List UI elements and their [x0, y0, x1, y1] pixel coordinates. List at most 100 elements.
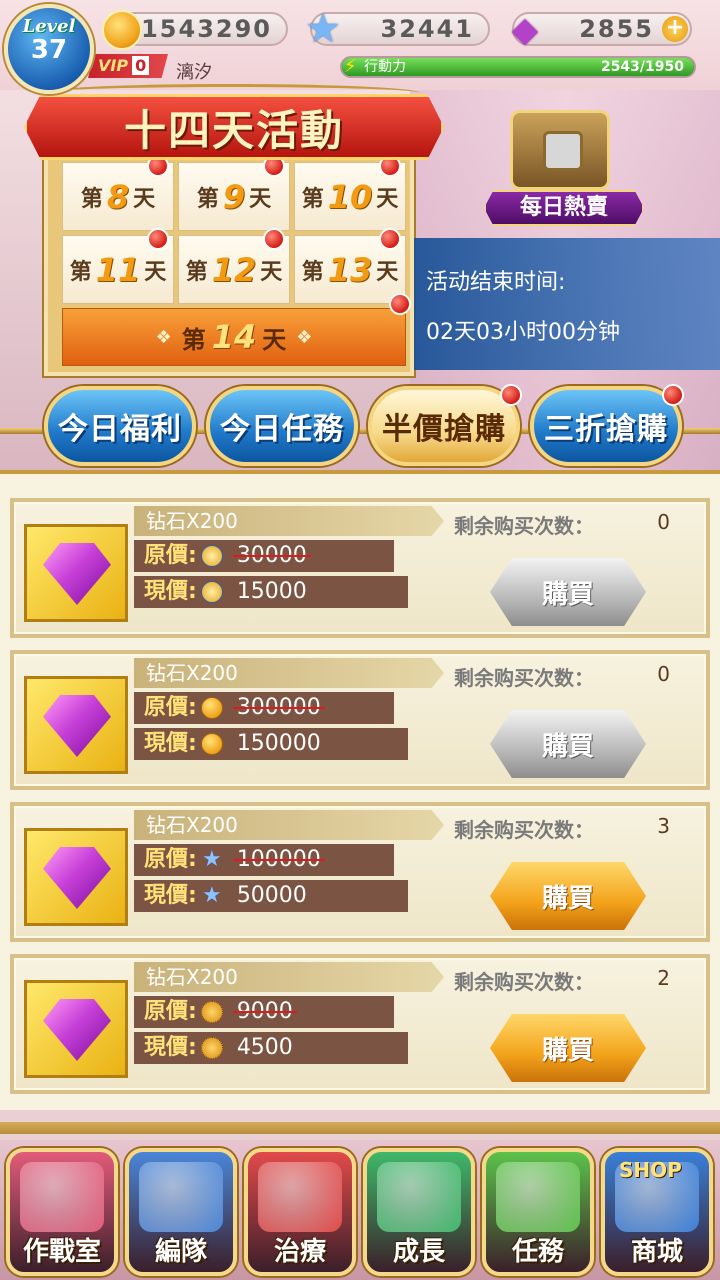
banner-icon [139, 1162, 223, 1232]
original-price: 原價: ★ 100000 [134, 844, 394, 876]
treasure-chest-icon [510, 110, 610, 190]
countdown-title: 活动结束时间: [426, 270, 566, 295]
item-icon-slot [24, 524, 128, 622]
shop-sign: SHOP [619, 1158, 682, 1182]
notification-dot [500, 384, 522, 406]
notification-dot [379, 228, 401, 250]
shop-item: 钻石X200 原價: 9000 現價: 4500 剩余购买次数： 2 購買 [10, 954, 710, 1094]
day-cell-8[interactable]: 第8天 [62, 155, 174, 231]
item-name: 钻石X200 [134, 810, 444, 840]
vip-badge[interactable]: VIP 0 [88, 54, 168, 78]
star-counter: ★ 32441 [305, 9, 490, 49]
stamina-label: 行動力 [364, 59, 406, 75]
day-cell-10[interactable]: 第 10 天 [294, 155, 406, 231]
level-label: Level [22, 16, 76, 37]
day-cell-13[interactable]: 第 13 天 [294, 228, 406, 304]
notification-dot [662, 384, 684, 406]
original-price: 原價: 30000 [134, 540, 394, 572]
gold-amount: 1543290 [141, 15, 272, 43]
star-icon: ★ [201, 883, 222, 908]
item-icon-slot [24, 676, 128, 774]
item-name: 钻石X200 [134, 506, 444, 536]
nav-label: 商城 [630, 1237, 683, 1267]
original-price: 原價: 9000 [134, 996, 394, 1028]
stamina-bar: ⚡ 行動力 2543/1950 [340, 56, 696, 78]
gold-coin-icon [200, 697, 223, 719]
remaining-purchases: 剩余购买次数： 3 [454, 814, 670, 842]
nav-tasks[interactable]: 任務 [482, 1148, 594, 1276]
item-icon-slot [24, 828, 128, 926]
notification-dot [147, 228, 169, 250]
countdown-value: 02天03小时00分钟 [426, 320, 620, 345]
trophy-coin-icon [200, 581, 223, 603]
item-icon-slot [24, 980, 128, 1078]
daily-sale-button[interactable]: 每日熱賣 [484, 104, 644, 226]
event-title-banner: 十四天活動 [24, 94, 444, 160]
vip-level: 0 [132, 56, 150, 75]
purple-gem-icon [43, 999, 111, 1061]
nav-label: 成長 [392, 1237, 445, 1267]
tab-thirty-percent[interactable]: 三折搶購 [530, 384, 684, 466]
level-badge[interactable]: Level 37 [4, 4, 94, 94]
buy-button[interactable]: 購買 [490, 710, 646, 778]
notification-dot [263, 228, 285, 250]
purple-gem-icon [43, 695, 111, 757]
ornament-left: ❖ [155, 326, 172, 348]
shop-item: 钻石X200 原價: ★ 100000 現價: ★ 50000 剩余购买次数： 3 購買 [10, 802, 710, 942]
gold-counter: 1543290 [102, 10, 288, 50]
event-title: 十四天活動 [123, 105, 344, 155]
tab-daily-welfare[interactable]: 今日福利 [44, 386, 196, 466]
tab-daily-tasks[interactable]: 今日任務 [206, 386, 358, 466]
current-price: 現價: 4500 [134, 1032, 408, 1064]
day-cell-11[interactable]: 第 11 天 [62, 228, 174, 304]
crown-icon [377, 1162, 461, 1232]
top-bar: Level 37 1543290 ★ 32441 ◆ 2855 + VIP 0 漓… [0, 0, 720, 94]
nav-shop[interactable]: SHOP 商城 [601, 1148, 713, 1276]
house-icon [20, 1162, 104, 1232]
nav-growth[interactable]: 成長 [363, 1148, 475, 1276]
ornament-right: ❖ [296, 326, 313, 348]
gem-amount: 2855 [579, 15, 654, 43]
cookie-icon [200, 1001, 223, 1023]
nav-label: 任務 [511, 1237, 564, 1267]
current-price: 現價: 15000 [134, 576, 408, 608]
bottom-nav: 作戰室 編隊 治療 成長 任務 SHOP 商城 [0, 1140, 720, 1280]
day-cell-9[interactable]: 第9天 [178, 155, 290, 231]
remaining-purchases: 剩余购买次数： 0 [454, 662, 670, 690]
buy-button[interactable]: 購買 [490, 1014, 646, 1082]
nav-war-room[interactable]: 作戰室 [6, 1148, 118, 1276]
day-cell-14[interactable]: ❖ 第 14 天 ❖ [62, 293, 411, 366]
original-price: 原價: 300000 [134, 692, 394, 724]
buy-button[interactable]: 購買 [490, 558, 646, 626]
item-name: 钻石X200 [134, 962, 444, 992]
gold-coin-icon [200, 733, 223, 755]
buy-button[interactable]: 購買 [490, 862, 646, 930]
nav-heal[interactable]: 治療 [244, 1148, 356, 1276]
cookie-icon [200, 1037, 223, 1059]
tab-half-price[interactable]: 半價搶購 [368, 384, 522, 466]
lightning-icon: ⚡ [344, 56, 357, 77]
purple-gem-icon [43, 847, 111, 909]
level-number: 37 [30, 35, 68, 65]
gem-counter: ◆ 2855 + [512, 10, 692, 50]
tab-bar: 今日福利 今日任務 半價搶購 三折搶購 [0, 372, 720, 472]
player-name: 漓汐 [176, 62, 212, 83]
notification-dot [389, 293, 411, 315]
nav-formation[interactable]: 編隊 [125, 1148, 237, 1276]
daily-sale-label: 每日熱賣 [484, 190, 644, 226]
gem-icon: ◆ [511, 10, 541, 50]
shop-item: 钻石X200 原價: 300000 現價: 150000 剩余购买次数： 0 購買 [10, 650, 710, 790]
current-price: 現價: 150000 [134, 728, 408, 760]
stamina-value: 2543/1950 [600, 59, 684, 75]
day-cell-12[interactable]: 第 12 天 [178, 228, 290, 304]
bottom-rail [0, 1122, 720, 1134]
remaining-purchases: 剩余购买次数： 2 [454, 966, 670, 994]
item-name: 钻石X200 [134, 658, 444, 688]
countdown-panel: 活动结束时间: 02天03小时00分钟 [414, 238, 720, 370]
nav-label: 作戰室 [22, 1237, 101, 1267]
vip-label: VIP [98, 56, 129, 75]
day-grid: 第8天 第9天 第 10 天 第 11 天 第 12 天 第 13 天 [62, 155, 406, 304]
shop-item: 钻石X200 原價: 30000 現價: 15000 剩余购买次数： 0 購買 [10, 498, 710, 638]
current-price: 現價: ★ 50000 [134, 880, 408, 912]
add-gems-button[interactable]: + [662, 16, 688, 42]
